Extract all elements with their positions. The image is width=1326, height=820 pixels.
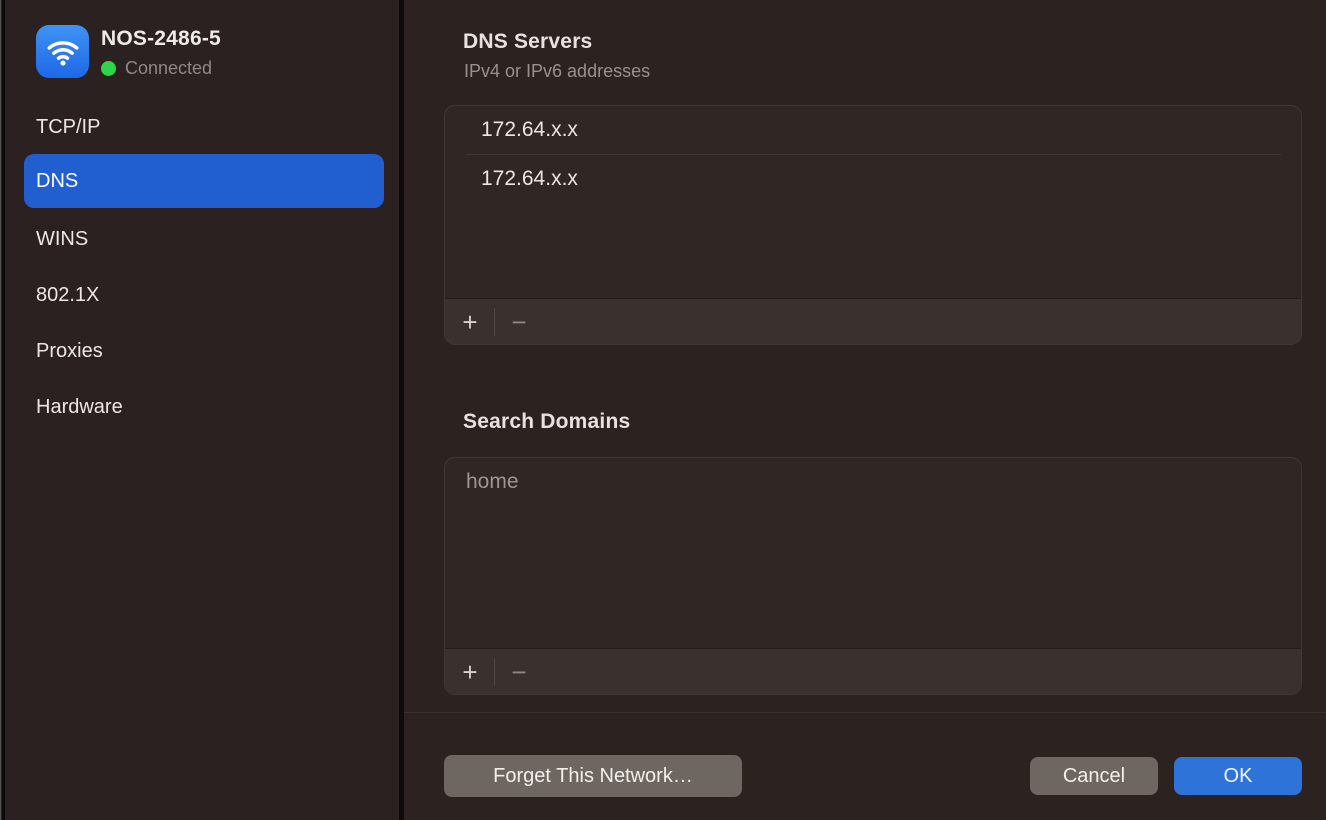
dns-servers-title: DNS Servers bbox=[463, 30, 592, 54]
sidebar-item-dns[interactable]: DNS bbox=[24, 154, 384, 208]
window-left-edge bbox=[2, 0, 5, 820]
dns-add-button[interactable]: + bbox=[451, 299, 489, 345]
footer-divider bbox=[404, 712, 1326, 713]
search-domains-title: Search Domains bbox=[463, 410, 630, 434]
dns-server-value: 172.64.x.x bbox=[481, 167, 578, 191]
wifi-icon bbox=[36, 25, 89, 78]
toolbar-separator bbox=[494, 308, 495, 336]
sidebar: NOS-2486-5 Connected TCP/IP DNS WINS 802… bbox=[0, 0, 399, 820]
forget-network-button[interactable]: Forget This Network… bbox=[444, 755, 742, 797]
connected-dot-icon bbox=[101, 61, 116, 76]
search-domains-toolbar: + − bbox=[445, 648, 1301, 694]
network-details-window: NOS-2486-5 Connected TCP/IP DNS WINS 802… bbox=[0, 0, 1326, 820]
sidebar-item-label: TCP/IP bbox=[36, 116, 100, 139]
dns-servers-toolbar: + − bbox=[445, 298, 1301, 344]
search-domains-rows: home bbox=[445, 458, 1301, 651]
dns-server-entry[interactable]: 172.64.x.x bbox=[466, 154, 1281, 202]
search-domain-add-button[interactable]: + bbox=[451, 649, 489, 695]
sidebar-item-label: Proxies bbox=[36, 340, 103, 363]
network-header: NOS-2486-5 Connected bbox=[36, 25, 221, 79]
ok-button[interactable]: OK bbox=[1174, 757, 1302, 795]
search-domain-value: home bbox=[466, 470, 519, 494]
cancel-button[interactable]: Cancel bbox=[1030, 757, 1158, 795]
main-panel: DNS Servers IPv4 or IPv6 addresses 172.6… bbox=[404, 0, 1326, 820]
search-domains-list: home + − bbox=[444, 457, 1302, 695]
toolbar-separator bbox=[494, 658, 495, 686]
sidebar-item-label: WINS bbox=[36, 228, 88, 251]
sidebar-item-label: DNS bbox=[36, 170, 78, 193]
search-domain-remove-button[interactable]: − bbox=[500, 649, 538, 695]
sidebar-item-wins[interactable]: WINS bbox=[24, 212, 384, 266]
dns-server-value: 172.64.x.x bbox=[481, 118, 578, 142]
sidebar-item-label: Hardware bbox=[36, 396, 123, 419]
sidebar-item-proxies[interactable]: Proxies bbox=[24, 324, 384, 378]
dns-server-entry[interactable]: 172.64.x.x bbox=[445, 106, 1301, 154]
sidebar-item-hardware[interactable]: Hardware bbox=[24, 380, 384, 434]
dns-servers-rows: 172.64.x.x 172.64.x.x bbox=[445, 106, 1301, 299]
sidebar-item-label: 802.1X bbox=[36, 284, 99, 307]
search-domain-entry[interactable]: home bbox=[445, 458, 1301, 506]
dns-remove-button[interactable]: − bbox=[500, 299, 538, 345]
sidebar-item-8021x[interactable]: 802.1X bbox=[24, 268, 384, 322]
network-name: NOS-2486-5 bbox=[101, 27, 221, 51]
network-status-label: Connected bbox=[125, 58, 212, 79]
dns-servers-subtitle: IPv4 or IPv6 addresses bbox=[464, 61, 650, 82]
sidebar-item-tcpip[interactable]: TCP/IP bbox=[24, 100, 384, 154]
network-status: Connected bbox=[101, 58, 221, 79]
dns-servers-list: 172.64.x.x 172.64.x.x + − bbox=[444, 105, 1302, 345]
